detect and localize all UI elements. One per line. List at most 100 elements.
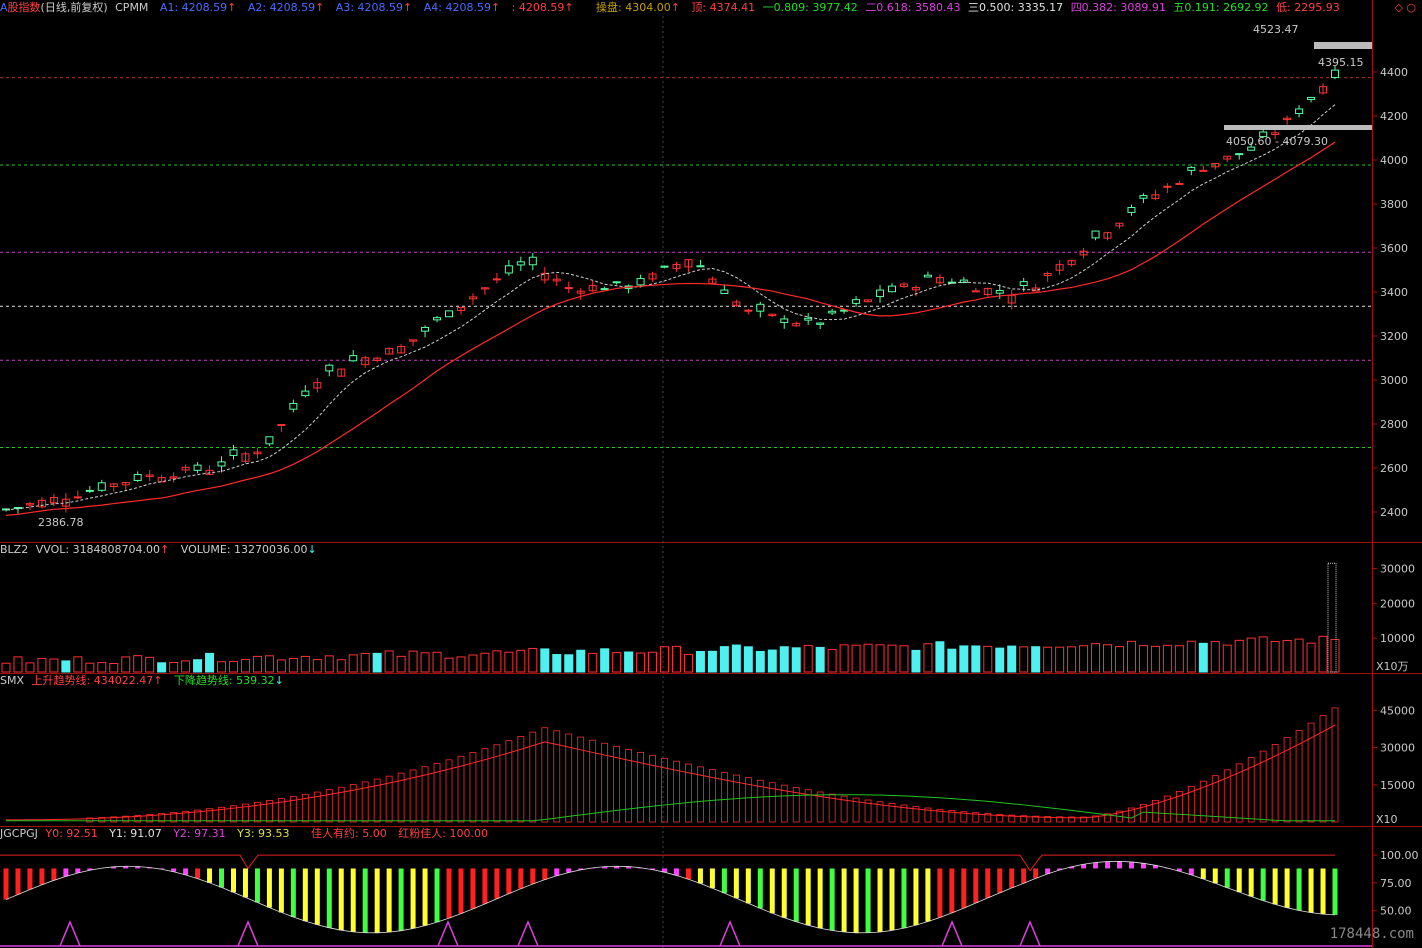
price-axis-label: 4200 <box>1380 110 1408 123</box>
volume-bar <box>911 649 921 673</box>
volume-bar <box>707 650 717 673</box>
candle-body <box>229 449 238 456</box>
candle-body <box>923 274 932 278</box>
volume-bar <box>839 644 849 673</box>
volume-bar <box>743 646 753 673</box>
candle-body <box>971 290 980 293</box>
volume-bar <box>1126 640 1136 673</box>
candle-body <box>133 474 142 481</box>
volume-bar <box>1091 643 1101 673</box>
candle-body <box>696 265 705 268</box>
signal-triangle <box>719 920 741 947</box>
volume-bar <box>217 661 227 673</box>
up-arrow-icon: ↑ <box>160 543 170 556</box>
volume-bar <box>767 649 777 673</box>
uptrend-line <box>5 724 1336 821</box>
volume-bar <box>336 659 346 673</box>
volume-bar <box>1294 638 1304 673</box>
trend-unit-label: X10 <box>1376 813 1398 826</box>
volume-bar <box>121 656 131 673</box>
volume-bar <box>995 647 1005 673</box>
volume-bar <box>480 652 490 673</box>
price-axis-label: 2600 <box>1380 462 1408 475</box>
volume-indicator-name[interactable]: BLZ2 <box>0 543 28 556</box>
volume-bar <box>25 662 35 673</box>
trend-indicator-name[interactable]: SMX <box>0 674 24 687</box>
volume-bar <box>540 648 550 673</box>
volume-bar <box>73 656 83 673</box>
volume-bar <box>1043 646 1053 673</box>
volume-axis-label: 20000 <box>1380 597 1415 610</box>
up-arrow-icon: ↑ <box>153 674 163 687</box>
volume-bar <box>1318 635 1328 673</box>
volume-bar <box>887 644 897 673</box>
stock-chart[interactable]: 4400 4200 4000 3800 3600 3400 3200 3000 2800 2600… <box>0 0 1422 948</box>
osc-line <box>5 860 1336 934</box>
candle-body <box>193 464 202 471</box>
candle-body <box>516 261 525 266</box>
volume-bar <box>169 661 179 673</box>
volume-bar <box>971 645 981 673</box>
price-axis-label: 3400 <box>1380 286 1408 299</box>
candle-body <box>816 322 825 325</box>
candle-body <box>421 326 430 332</box>
volume-bar <box>1031 646 1041 673</box>
trend-panel-header: SMX 上升趋势线: 434022.47↑ 下降趋势线: 539.32↓ <box>0 673 292 689</box>
volume-bar <box>1198 642 1208 673</box>
volume-bar <box>1258 636 1268 673</box>
candle-body <box>744 309 753 312</box>
price-axis-label: 4400 <box>1380 66 1408 79</box>
volume-bar <box>205 652 215 673</box>
signal-triangle <box>437 920 459 947</box>
volume-bar <box>671 645 681 673</box>
volume-bar <box>13 656 23 673</box>
volume-bar <box>959 645 969 673</box>
vvol-value: VVOL: 3184808704.00 <box>35 543 161 556</box>
y3-value: Y3: 93.53 <box>237 827 290 840</box>
osc-indicator-name[interactable]: JGCPGJ <box>0 827 38 840</box>
volume-bar <box>947 648 957 673</box>
candle-body <box>1235 153 1244 156</box>
volume-bar <box>396 655 406 673</box>
volume-bar <box>1055 646 1065 673</box>
volume-bar <box>252 655 262 673</box>
volume-unit-label: X10万 <box>1376 660 1409 673</box>
volume-bar <box>228 660 238 673</box>
uptrend-value: 上升趋势线: 434022.47 <box>31 674 154 687</box>
volume-bar <box>61 660 71 673</box>
volume-bar <box>612 652 622 673</box>
volume-bar <box>1019 646 1029 673</box>
volume-bar <box>1103 644 1113 673</box>
volume-bar <box>576 649 586 673</box>
volume-bar <box>97 662 107 673</box>
price-axis-label: 3600 <box>1380 242 1408 255</box>
volume-bar <box>1234 639 1244 673</box>
volume-bar <box>660 646 670 673</box>
volume-axis-label: 30000 <box>1380 562 1415 575</box>
volume-bar <box>899 645 909 673</box>
volume-bar <box>731 644 741 673</box>
price-axis-label: 3000 <box>1380 374 1408 387</box>
volume-bar <box>875 644 885 673</box>
volume-bar <box>1306 642 1316 673</box>
osc-ceiling-line <box>0 854 1335 872</box>
osc-axis-label: 100.00 <box>1380 849 1419 862</box>
candle-body <box>445 310 453 318</box>
volume-bar <box>432 651 442 673</box>
candle-body <box>1199 169 1208 172</box>
volume-bar <box>372 652 382 673</box>
volume-bar-current <box>1327 562 1337 673</box>
volume-bar <box>1162 644 1172 673</box>
site-watermark: 178448.com <box>1329 926 1414 942</box>
osc-axis-label: 50.00 <box>1380 905 1412 918</box>
volume-bar <box>37 657 47 673</box>
p2-value: 红粉佳人: 100.00 <box>398 827 488 840</box>
candle-body <box>720 289 729 295</box>
osc-axis-label: 75.00 <box>1380 877 1412 890</box>
candle-body <box>600 288 609 291</box>
candle-body <box>1091 230 1100 239</box>
volume-bar <box>1186 640 1196 673</box>
volume-bar <box>193 659 203 673</box>
volume-bar <box>803 644 813 673</box>
candle-body <box>433 317 442 321</box>
